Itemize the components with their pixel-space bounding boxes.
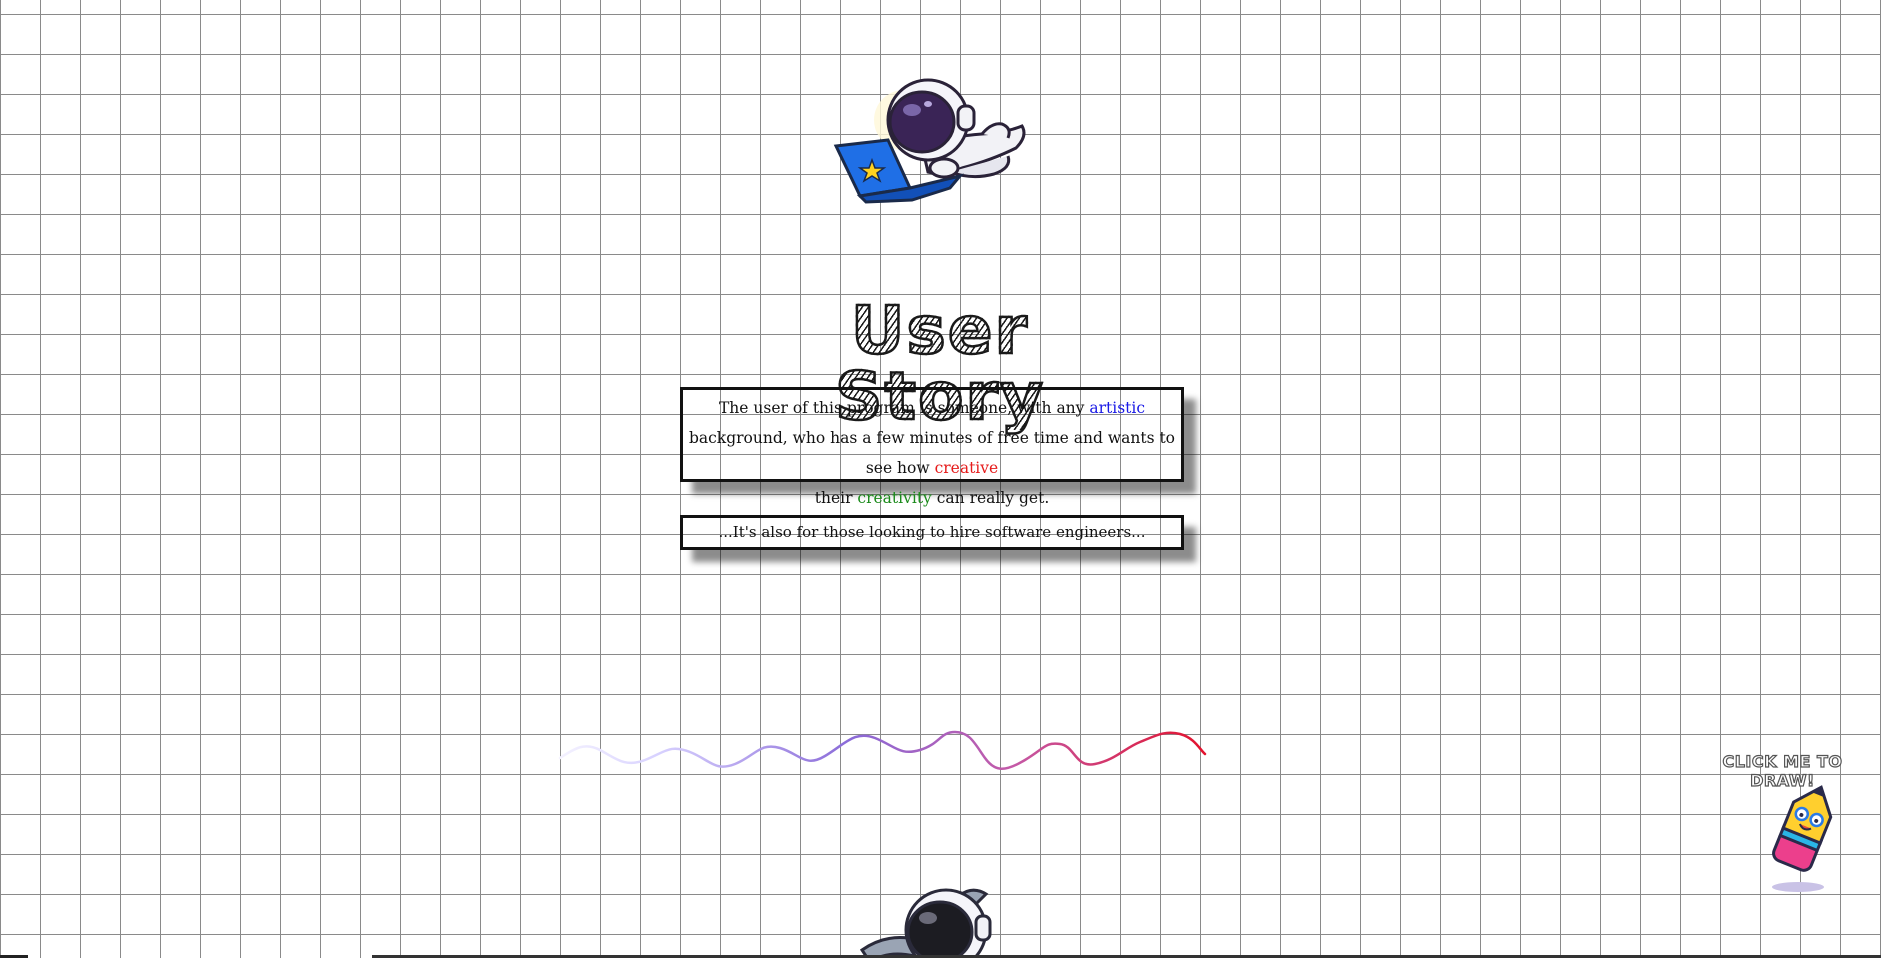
hire-note-text: ...It's also for those looking to hire s… [718,523,1146,541]
hire-note-box: ...It's also for those looking to hire s… [680,515,1184,550]
story-text-part4: can really get. [931,489,1050,507]
keyword-creative: creative [934,459,999,477]
keyword-creativity: creativity [857,489,932,507]
pencil-icon [1772,785,1833,892]
story-text-part1: The user of this program is someone, wit… [718,399,1090,417]
story-text-part2: background, who has a few minutes of fre… [688,429,1176,477]
astronaut-laptop-icon [833,78,1026,204]
story-text-part3: their [814,489,858,507]
keyword-artistic: artistic [1089,399,1146,417]
draw-button[interactable]: CLICK ME TO DRAW! [1690,750,1875,895]
astronaut-wrench-icon [858,880,1008,958]
squiggle-line [558,730,1207,770]
title-container: User Story [755,296,1125,431]
user-story-box: The user of this program is someone, wit… [680,387,1184,507]
